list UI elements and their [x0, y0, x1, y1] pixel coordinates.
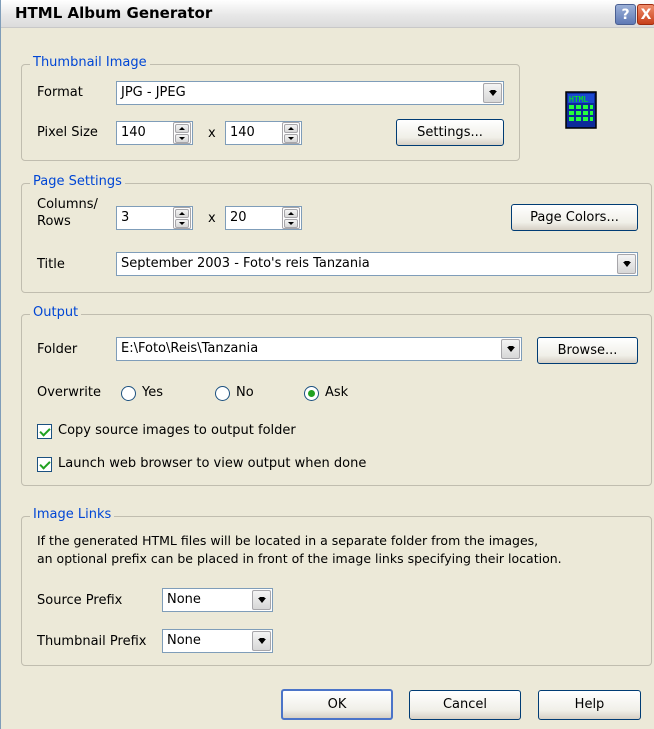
svg-text:HTML: HTML: [569, 95, 588, 104]
rows-input[interactable]: 20: [225, 206, 302, 230]
folder-combo[interactable]: E:\Foto\Reis\Tanzania: [116, 337, 522, 361]
thumbnail-height-input[interactable]: 140: [225, 121, 302, 145]
browse-button[interactable]: Browse...: [537, 337, 638, 364]
title-value: September 2003 - Foto's reis Tanzania: [121, 256, 370, 271]
thumbnail-height-value: 140: [230, 125, 255, 140]
rows-spinner-icon[interactable]: [282, 207, 300, 229]
window-title: HTML Album Generator: [15, 4, 213, 22]
columns-spinner-icon[interactable]: [173, 207, 191, 229]
columns-rows-label-2: Rows: [37, 214, 71, 229]
help-icon: ?: [621, 7, 630, 23]
format-value: JPG - JPEG: [121, 85, 186, 100]
overwrite-no-radio[interactable]: [215, 386, 230, 401]
page-colors-button[interactable]: Page Colors...: [511, 204, 638, 231]
columns-input[interactable]: 3: [116, 206, 193, 230]
image-links-description-1: If the generated HTML files will be loca…: [37, 533, 539, 548]
folder-value: E:\Foto\Reis\Tanzania: [121, 341, 259, 356]
folder-label: Folder: [37, 342, 78, 357]
thumbnail-image-legend: Thumbnail Image: [30, 55, 150, 70]
thumbnail-prefix-combo[interactable]: None: [162, 629, 273, 653]
source-prefix-value: None: [167, 592, 201, 607]
launch-browser-label[interactable]: Launch web browser to view output when d…: [58, 456, 366, 471]
html-file-icon: HTML: [565, 91, 597, 129]
thumbnail-width-input[interactable]: 140: [116, 121, 193, 145]
overwrite-yes-label[interactable]: Yes: [142, 385, 163, 400]
columns-value: 3: [121, 210, 130, 225]
image-links-description-2: an optional prefix can be placed in fron…: [37, 551, 562, 566]
chevron-down-icon[interactable]: [617, 254, 636, 274]
settings-button[interactable]: Settings...: [396, 119, 504, 146]
title-combo[interactable]: September 2003 - Foto's reis Tanzania: [116, 252, 638, 276]
overwrite-label: Overwrite: [37, 385, 101, 400]
times-sign-2: x: [208, 211, 216, 226]
help-button[interactable]: Help: [538, 690, 641, 720]
chevron-down-icon[interactable]: [483, 83, 502, 103]
ok-button[interactable]: OK: [281, 689, 393, 720]
dialog-window: HTML Album Generator ? X Thumbnail Image…: [0, 0, 654, 729]
page-settings-legend: Page Settings: [30, 174, 125, 189]
columns-rows-label-1: Columns/: [37, 197, 98, 212]
help-title-button[interactable]: ?: [615, 4, 636, 25]
copy-source-label[interactable]: Copy source images to output folder: [58, 423, 296, 438]
title-label: Title: [37, 257, 65, 272]
close-icon: X: [640, 7, 652, 23]
image-links-legend: Image Links: [30, 507, 115, 522]
thumbnail-prefix-value: None: [167, 633, 201, 648]
format-combo[interactable]: JPG - JPEG: [116, 81, 504, 105]
width-spinner-icon[interactable]: [173, 122, 191, 144]
page-settings-group: Page Settings: [21, 174, 652, 293]
chevron-down-icon[interactable]: [252, 590, 271, 610]
rows-value: 20: [230, 210, 247, 225]
times-sign: x: [208, 126, 216, 141]
close-button[interactable]: X: [637, 4, 654, 25]
thumbnail-prefix-label: Thumbnail Prefix: [37, 634, 147, 649]
source-prefix-combo[interactable]: None: [162, 588, 273, 612]
chevron-down-icon[interactable]: [501, 339, 520, 359]
overwrite-no-label[interactable]: No: [236, 385, 254, 400]
format-label: Format: [37, 85, 83, 100]
thumbnail-width-value: 140: [121, 125, 146, 140]
source-prefix-label: Source Prefix: [37, 593, 123, 608]
cancel-button[interactable]: Cancel: [409, 690, 521, 720]
overwrite-ask-label[interactable]: Ask: [325, 385, 348, 400]
copy-source-checkbox[interactable]: [37, 424, 52, 439]
title-bar[interactable]: HTML Album Generator ? X: [1, 0, 654, 28]
chevron-down-icon[interactable]: [252, 631, 271, 651]
launch-browser-checkbox[interactable]: [37, 457, 52, 472]
overwrite-yes-radio[interactable]: [121, 386, 136, 401]
thumbnail-image-group: Thumbnail Image: [21, 55, 520, 161]
output-legend: Output: [30, 305, 82, 320]
pixel-size-label: Pixel Size: [37, 125, 98, 140]
height-spinner-icon[interactable]: [282, 122, 300, 144]
overwrite-ask-radio[interactable]: [304, 386, 319, 401]
